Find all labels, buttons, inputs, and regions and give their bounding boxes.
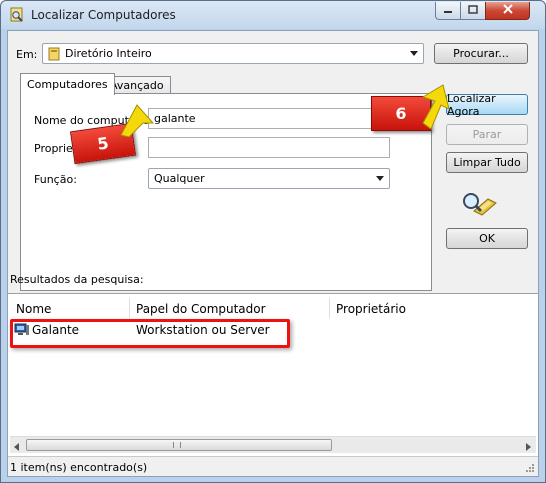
tab-computadores[interactable]: Computadores [20,73,115,95]
location-selected: Diretório Inteiro [65,47,152,60]
maximize-button[interactable] [460,2,486,20]
scroll-left-icon[interactable] [13,441,21,454]
role-selected: Qualquer [154,172,205,185]
chevron-down-icon [410,51,418,56]
directory-icon [48,47,60,64]
clear-all-button[interactable]: Limpar Tudo [446,152,528,173]
role-dropdown[interactable]: Qualquer [148,168,390,189]
close-button[interactable] [485,2,530,20]
status-text: 1 item(ns) encontrado(s) [10,461,148,474]
stop-button[interactable]: Parar [446,124,528,145]
resize-grip-icon[interactable] [524,462,535,476]
column-header-owner[interactable]: Proprietário [330,298,536,318]
maximize-icon [468,4,478,17]
magnifier-icon [460,191,498,220]
find-now-button[interactable]: Localizar Agora [446,92,528,118]
result-highlight-box [10,319,290,348]
find-computers-app-icon [9,7,25,23]
computer-name-value: galante [154,112,196,125]
location-dropdown[interactable]: Diretório Inteiro [42,43,424,64]
column-header-name[interactable]: Nome [10,298,130,318]
dialog-client-area: Em: Diretório Inteiro Procurar... Comput… [7,30,539,477]
results-list[interactable]: Nome Papel do Computador Proprietário Ga… [8,293,538,456]
location-label: Em: [16,48,38,61]
chevron-down-icon [376,176,384,181]
computer-name-input[interactable]: galante [148,108,390,129]
browse-button[interactable]: Procurar... [434,43,528,64]
window-title: Localizar Computadores [31,8,176,22]
minimize-icon [443,4,453,17]
minimize-button[interactable] [435,2,461,20]
owner-input[interactable] [148,137,390,158]
close-icon [502,4,514,17]
column-header-role[interactable]: Papel do Computador [130,298,330,318]
role-label: Função: [34,173,77,186]
scroll-thumb[interactable] [26,439,332,451]
ok-button[interactable]: OK [446,228,528,249]
find-computers-window: Localizar Computadores Em: Diretório Int… [0,0,546,483]
status-bar: 1 item(ns) encontrado(s) [8,456,538,476]
title-bar[interactable]: Localizar Computadores [1,1,545,29]
results-title: Resultados da pesquisa: [10,273,144,286]
scroll-right-icon[interactable] [524,441,532,454]
horizontal-scrollbar[interactable] [10,436,536,453]
scroll-grip-icon [173,442,181,448]
